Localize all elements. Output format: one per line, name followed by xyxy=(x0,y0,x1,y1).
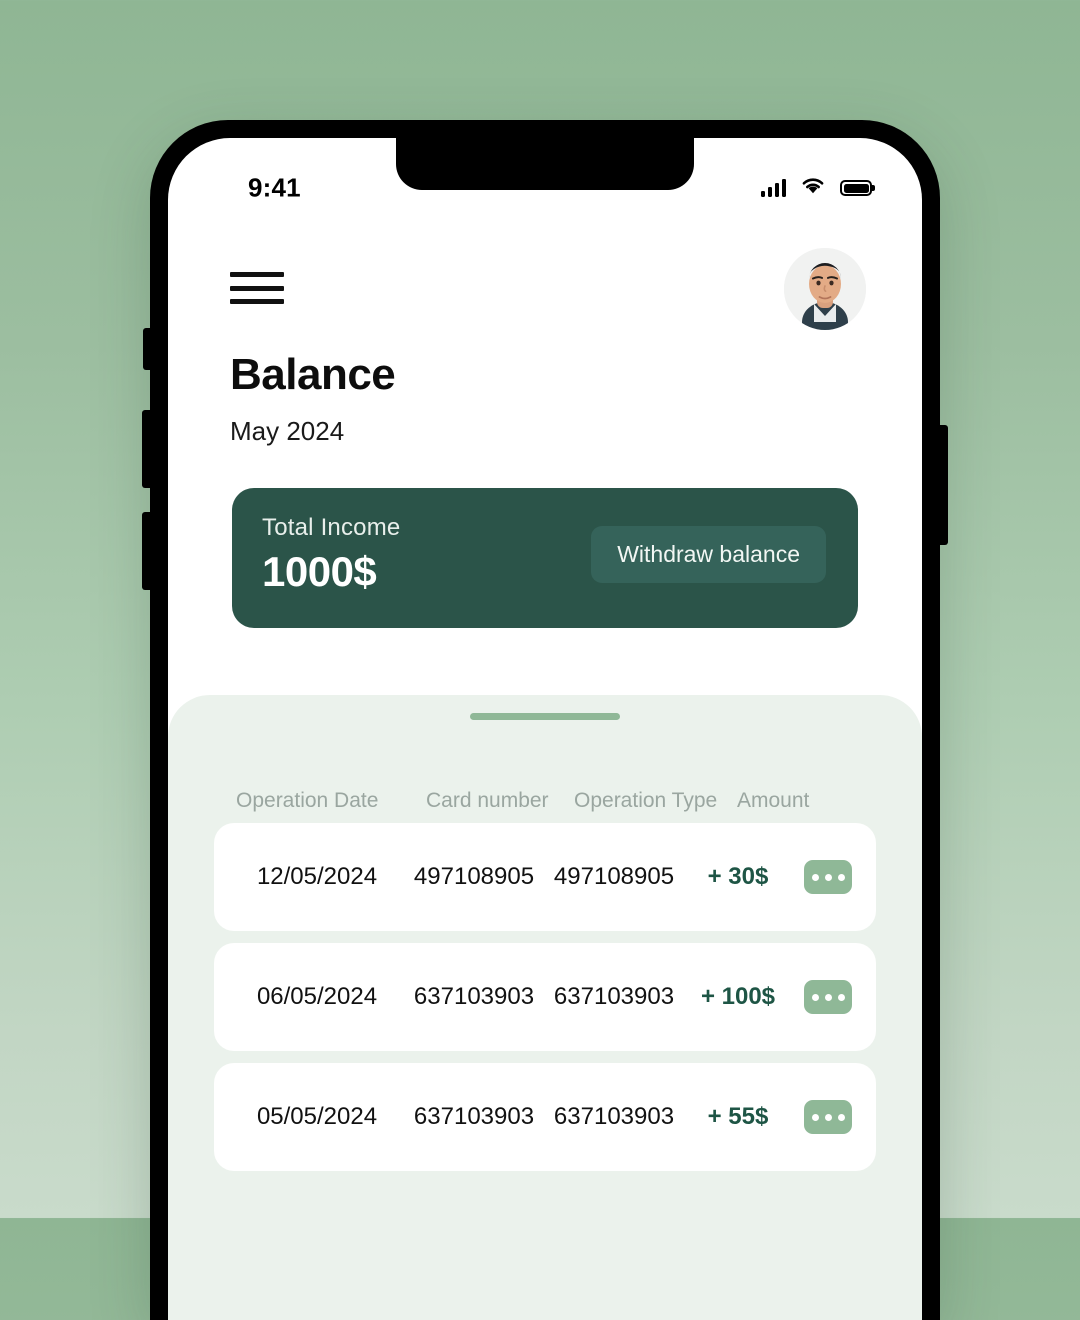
phone-screen: 9:41 Balance May 2024 Total Income 1000$… xyxy=(168,138,922,1320)
cell-amount: + 55$ xyxy=(707,1103,769,1130)
display-notch xyxy=(396,138,694,190)
cell-card-number: 637103903 xyxy=(413,1103,535,1130)
status-time: 9:41 xyxy=(248,172,301,203)
table-header-row: Operation Date Card number Operation Typ… xyxy=(168,789,922,813)
cell-operation-date: 12/05/2024 xyxy=(256,863,378,890)
ellipsis-icon[interactable] xyxy=(804,860,852,894)
cell-card-number: 637103903 xyxy=(413,983,535,1010)
volume-up-button[interactable] xyxy=(142,410,151,488)
signal-bars-icon xyxy=(761,179,786,197)
table-row[interactable]: 06/05/2024 637103903 637103903 + 100$ xyxy=(214,943,876,1051)
phone-frame: 9:41 Balance May 2024 Total Income 1000$… xyxy=(142,120,948,1320)
status-icons xyxy=(761,176,872,200)
volume-down-button[interactable] xyxy=(142,512,151,590)
sheet-drag-handle[interactable] xyxy=(470,713,620,720)
cell-operation-type: 637103903 xyxy=(553,1103,675,1130)
column-header-operation-date: Operation Date xyxy=(236,789,379,812)
table-row[interactable]: 05/05/2024 637103903 637103903 + 55$ xyxy=(214,1063,876,1171)
cell-operation-type: 497108905 xyxy=(553,863,675,890)
cell-operation-date: 06/05/2024 xyxy=(256,983,378,1010)
column-header-operation-type: Operation Type xyxy=(574,789,718,812)
page-title: Balance xyxy=(230,350,396,399)
cell-amount: + 30$ xyxy=(707,863,769,890)
column-header-amount: Amount xyxy=(737,789,810,812)
ellipsis-icon[interactable] xyxy=(804,1100,852,1134)
mute-switch[interactable] xyxy=(143,328,151,370)
cell-card-number: 497108905 xyxy=(413,863,535,890)
hamburger-menu-icon[interactable] xyxy=(230,268,284,308)
avatar[interactable] xyxy=(784,248,866,330)
ellipsis-icon[interactable] xyxy=(804,980,852,1014)
withdraw-balance-button[interactable]: Withdraw balance xyxy=(591,526,826,583)
battery-icon xyxy=(840,180,872,196)
transactions-sheet: Operation Date Card number Operation Typ… xyxy=(168,695,922,1320)
cell-operation-type: 637103903 xyxy=(553,983,675,1010)
balance-card: Total Income 1000$ Withdraw balance xyxy=(232,488,858,628)
page-subtitle: May 2024 xyxy=(230,416,345,446)
app-header xyxy=(168,246,922,336)
transactions-list: 12/05/2024 497108905 497108905 + 30$ 06/… xyxy=(168,823,922,1183)
power-button[interactable] xyxy=(939,425,948,545)
wifi-icon xyxy=(800,176,826,200)
cell-amount: + 100$ xyxy=(700,983,776,1010)
table-row[interactable]: 12/05/2024 497108905 497108905 + 30$ xyxy=(214,823,876,931)
cell-operation-date: 05/05/2024 xyxy=(256,1103,378,1130)
column-header-card-number: Card number xyxy=(426,789,549,812)
